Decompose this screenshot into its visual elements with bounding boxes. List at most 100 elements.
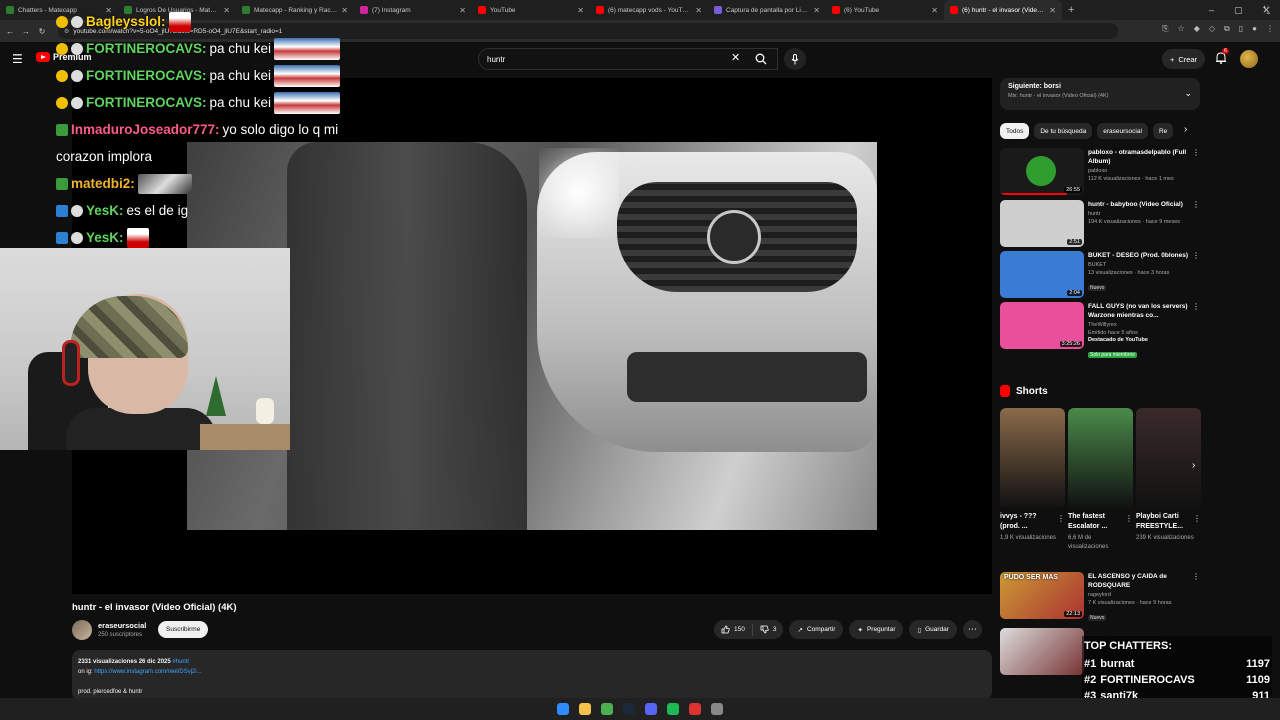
explorer-icon[interactable] (579, 703, 591, 715)
more-options-icon[interactable]: ⋮ (1193, 514, 1201, 523)
tab-favicon-icon (6, 6, 14, 14)
minimize-icon[interactable]: – (1209, 5, 1214, 15)
create-button[interactable]: + Crear (1162, 49, 1206, 69)
sidepanel-icon[interactable]: ▯ (1239, 24, 1243, 34)
cast-icon[interactable]: ⎘ (1162, 24, 1168, 34)
extension-icon[interactable]: ◆ (1194, 24, 1200, 34)
search-button[interactable] (744, 48, 778, 70)
video-thumbnail[interactable]: 26:55 (1000, 148, 1084, 195)
tab-favicon-icon (596, 6, 604, 14)
tab-close-icon[interactable]: ✕ (813, 6, 820, 15)
recommended-video[interactable]: 2:04 BUKET - DESEO (Prod. 0blones) BUKET 13… (1000, 251, 1200, 299)
hashtag-link[interactable]: #huntr (172, 659, 189, 665)
shorts-next-icon[interactable]: › (1192, 460, 1206, 474)
app-icon[interactable] (689, 703, 701, 715)
chat-text: yo solo digo lo q mi (222, 122, 339, 137)
maximize-icon[interactable]: ▢ (1234, 5, 1243, 16)
short-video[interactable]: ivvys - ??? (prod. ... 1,9 K visualizacio… (1000, 408, 1065, 543)
steam-icon[interactable] (623, 703, 635, 715)
tab-close-icon[interactable]: ✕ (577, 6, 584, 15)
channel-avatar[interactable] (72, 620, 92, 640)
more-actions-button[interactable]: ⋯ (962, 620, 982, 639)
short-thumbnail[interactable] (1136, 408, 1201, 508)
filter-chip[interactable]: Todos (1000, 123, 1030, 139)
video-thumbnail[interactable] (1000, 628, 1084, 675)
chevron-right-icon[interactable]: › (1184, 124, 1187, 135)
discord-icon[interactable] (645, 703, 657, 715)
forward-icon[interactable]: → (20, 27, 32, 36)
instagram-link[interactable]: https://www.instagram.com/reel/DSvj2i... (94, 669, 201, 675)
browser-tab[interactable]: (6) huntr - el invasor (Video Of... ✕ (944, 0, 1062, 20)
clear-search-icon[interactable]: ✕ (731, 51, 740, 64)
bookmark-star-icon[interactable]: ☆ (1178, 24, 1185, 34)
extension-icon[interactable]: ◇ (1209, 24, 1215, 34)
short-video[interactable]: Playboi Carti FREESTYLE... 239 K visualiz… (1136, 408, 1201, 543)
short-thumbnail[interactable] (1068, 408, 1133, 508)
tab-close-icon[interactable]: ✕ (1049, 6, 1056, 15)
recommended-video[interactable]: 2:51 huntr - babyboo (Video Oficial) huntr… (1000, 200, 1200, 248)
subscribe-button[interactable]: Suscribirme (158, 621, 209, 638)
reload-icon[interactable]: ↻ (36, 27, 48, 36)
chrome-icon[interactable] (601, 703, 613, 715)
video-description[interactable]: 2331 visualizaciones 26 dic 2025 #huntr … (72, 650, 992, 700)
chat-emote (274, 91, 341, 114)
video-title: BUKET - DESEO (Prod. 0blones) (1088, 252, 1189, 259)
chatter-count: 1109 (1246, 674, 1270, 686)
ask-label: Preguntar (866, 626, 896, 633)
new-tab-icon[interactable]: + (1062, 4, 1074, 16)
tab-close-icon[interactable]: ✕ (459, 6, 466, 15)
more-options-icon[interactable]: ⋮ (1192, 572, 1200, 581)
more-options-icon[interactable]: ⋮ (1192, 200, 1200, 209)
watch-progress-bar (1000, 193, 1068, 195)
more-options-icon[interactable]: ⋮ (1192, 251, 1200, 260)
tab-label: (6) matecapp vods - YouTube (608, 6, 692, 14)
dislike-button[interactable]: 3 (753, 625, 784, 634)
more-options-icon[interactable]: ⋮ (1125, 514, 1133, 523)
short-views: 1,9 K visualizaciones (1000, 535, 1057, 541)
filter-chip[interactable]: Re (1152, 123, 1174, 139)
spotify-icon[interactable] (667, 703, 679, 715)
profile-icon[interactable]: ● (1252, 24, 1257, 34)
menu-dots-icon[interactable]: ⋮ (1266, 24, 1274, 34)
channel-name[interactable]: eraseursocial (98, 621, 146, 630)
filter-chip[interactable]: De tu búsqueda (1034, 123, 1093, 139)
save-button[interactable]: ▯ Guardar (909, 620, 957, 639)
puzzle-icon[interactable]: ⧉ (1224, 24, 1230, 34)
video-thumbnail[interactable]: PUDO SER MAS 22:13 (1000, 572, 1084, 619)
like-button[interactable]: 150 (714, 623, 753, 636)
windows-icon[interactable] (557, 703, 569, 715)
video-thumbnail[interactable]: 2:51 (1000, 200, 1084, 247)
recommended-video[interactable]: 26:55 pabloxo - otramasdelpablo (Full Alb… (1000, 148, 1200, 196)
back-icon[interactable]: ← (4, 27, 16, 36)
share-button[interactable]: ↗ Compartir (789, 620, 844, 639)
browser-tab[interactable]: Captura de pantalla por Lightsh...✕ (708, 0, 826, 20)
browser-tab[interactable]: YouTube ✕ (472, 0, 590, 20)
short-thumbnail[interactable] (1000, 408, 1065, 508)
short-title: ivvys - ??? (prod. ... (1000, 513, 1037, 530)
more-options-icon[interactable]: ⋮ (1057, 514, 1065, 523)
video-thumbnail[interactable]: 3:25:26 (1000, 302, 1084, 349)
filter-chip[interactable]: eraseursocial (1097, 123, 1148, 139)
video-thumbnail[interactable]: 2:04 (1000, 251, 1084, 298)
terminal-icon[interactable] (711, 703, 723, 715)
tab-close-icon[interactable]: ✕ (695, 6, 702, 15)
hamburger-menu-icon[interactable]: ☰ (12, 52, 23, 66)
chevron-down-icon[interactable]: ⌄ (1184, 88, 1192, 99)
more-options-icon[interactable]: ⋮ (1192, 302, 1200, 311)
short-video[interactable]: The fastest Escalator ... 6,6 M de visual… (1068, 408, 1133, 552)
plus-icon: + (1170, 54, 1175, 64)
recommended-video[interactable]: PUDO SER MAS 22:13 EL ASCENSO y CAIDA de… (1000, 572, 1200, 621)
mix-playlist-panel[interactable]: Siguiente: borsi Mix: huntr - el invasor… (1000, 78, 1200, 110)
browser-tab[interactable]: (6) YouTube ✕ (826, 0, 944, 20)
video-views: Emitido hace 5 años (1088, 330, 1138, 336)
account-avatar[interactable] (1240, 50, 1258, 68)
ask-button[interactable]: ✦ Preguntar (849, 620, 904, 639)
recommended-video[interactable]: 3:25:26 FALL GUYS (no van los servers) Wa… (1000, 302, 1200, 358)
more-options-icon[interactable]: ⋮ (1192, 148, 1200, 157)
browser-tab[interactable]: (6) matecapp vods - YouTube ✕ (590, 0, 708, 20)
like-dislike-group: 150 3 (714, 620, 784, 639)
next-up-title: Siguiente: borsi (1008, 83, 1061, 90)
tab-close-icon[interactable]: ✕ (931, 6, 938, 15)
voice-search-button[interactable] (784, 48, 806, 70)
subscriber-count: 250 suscriptores (98, 632, 143, 638)
